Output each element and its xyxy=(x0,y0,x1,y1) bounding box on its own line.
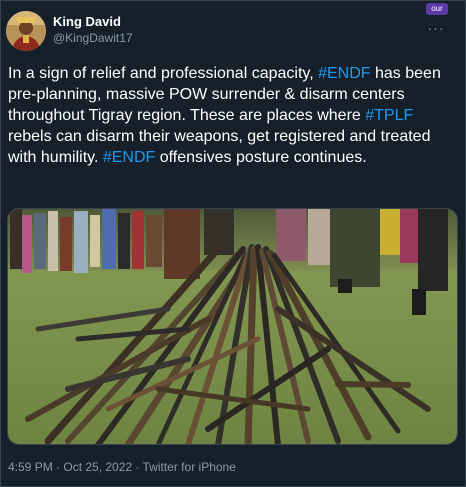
hashtag-link[interactable]: #TPLF xyxy=(365,107,413,124)
tweet-card: King David @KingDawit17 our ··· In a sig… xyxy=(0,0,466,487)
tweet-text-segment: offensives posture continues. xyxy=(155,149,367,166)
more-horizontal-icon[interactable]: ··· xyxy=(427,19,445,37)
extension-badge[interactable]: our xyxy=(426,3,448,15)
user-avatar-icon[interactable] xyxy=(6,11,46,51)
tweet-timestamp[interactable]: 4:59 PM · Oct 25, 2022 · Twitter for iPh… xyxy=(8,459,236,475)
hashtag-link[interactable]: #ENDF xyxy=(318,65,370,82)
weapons-pile-image xyxy=(8,209,457,444)
hashtag-link[interactable]: #ENDF xyxy=(103,149,155,166)
author-display-name[interactable]: King David xyxy=(53,14,133,30)
tweet-photo[interactable] xyxy=(7,208,458,445)
author-info[interactable]: King David @KingDawit17 xyxy=(53,14,133,46)
author-handle[interactable]: @KingDawit17 xyxy=(53,30,133,46)
tweet-text: In a sign of relief and professional cap… xyxy=(8,63,460,168)
tweet-text-segment: In a sign of relief and professional cap… xyxy=(8,65,319,82)
